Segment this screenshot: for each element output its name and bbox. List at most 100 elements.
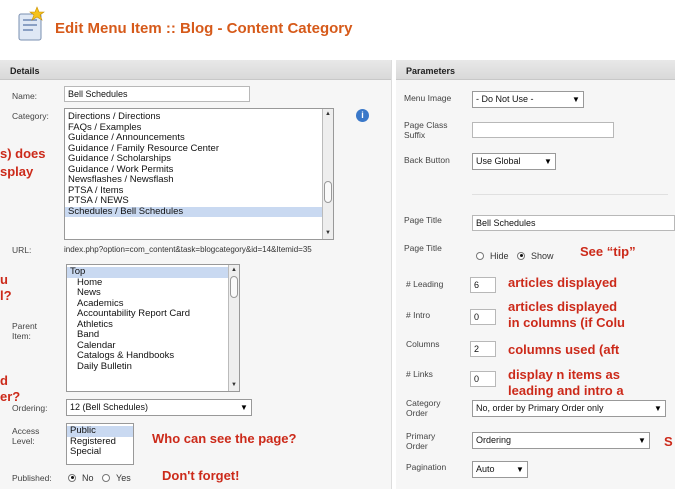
edit-document-icon <box>18 6 45 41</box>
info-icon[interactable]: i <box>356 109 369 122</box>
title-bar: Edit Menu Item :: Blog - Content Categor… <box>0 0 675 54</box>
name-field[interactable]: Bell Schedules <box>64 86 250 102</box>
access-level-option[interactable]: Public <box>67 425 133 437</box>
category-listbox[interactable]: Directions / Directions FAQs / Examples Gu… <box>64 108 334 240</box>
category-label: Category: <box>12 111 49 121</box>
primary-order-select[interactable]: Ordering ▼ <box>472 432 650 449</box>
back-button-value: Use Global <box>476 156 521 166</box>
published-no-radio[interactable] <box>68 473 76 482</box>
back-button-label: Back Button <box>404 155 450 165</box>
page-title-toggle-label: Page Title <box>404 243 442 253</box>
parent-item-option[interactable]: Catalogs & Handbooks <box>67 350 239 362</box>
menu-image-select[interactable]: - Do Not Use - ▼ <box>472 91 584 108</box>
dropdown-arrow-icon: ▼ <box>544 157 552 166</box>
category-option[interactable]: Directions / Directions <box>65 111 333 123</box>
annotation-in-columns: in columns (if Colu <box>508 315 625 330</box>
page-title-hide-radio[interactable] <box>476 251 484 260</box>
dropdown-arrow-icon: ▼ <box>516 465 524 474</box>
primary-order-value: Ordering <box>476 435 512 445</box>
page-title-show-label: Show <box>531 250 554 261</box>
category-option[interactable]: Newsflashes / Newsflash <box>65 174 333 186</box>
leading-field[interactable]: 6 <box>470 277 496 293</box>
scroll-thumb[interactable] <box>324 181 332 203</box>
annotation-articles-displayed-2: articles displayed <box>508 299 618 314</box>
category-list: Directions / Directions FAQs / Examples Gu… <box>65 111 333 217</box>
menu-image-label: Menu Image <box>404 93 452 103</box>
page-class-suffix-label: Page Class Suffix <box>404 120 448 140</box>
columns-field[interactable]: 2 <box>470 341 496 357</box>
pagination-label: Pagination <box>406 462 447 472</box>
leading-label: # Leading <box>406 279 444 289</box>
annotation-columns-used: columns used (aft <box>508 342 620 357</box>
category-option[interactable]: Guidance / Announcements <box>65 132 333 144</box>
scroll-down-icon[interactable]: ▼ <box>230 381 238 390</box>
parent-item-listbox[interactable]: Top Home News Academics Accountability Repor… <box>66 264 240 392</box>
parent-item-list: Top Home News Academics Accountability Repor… <box>67 266 239 373</box>
scroll-up-icon[interactable]: ▲ <box>230 266 238 275</box>
parent-item-option[interactable]: Top <box>67 266 239 278</box>
annotation-display-n-items: display n items as <box>508 367 620 382</box>
category-order-value: No, order by Primary Order only <box>476 403 604 413</box>
category-order-label: Category Order <box>406 398 441 418</box>
access-level-list: Public Registered Special <box>67 425 133 458</box>
parent-item-option[interactable]: Daily Bulletin <box>67 361 239 373</box>
access-level-label: Access Level: <box>12 426 40 446</box>
page-title-field[interactable]: Bell Schedules <box>472 215 675 231</box>
intro-field[interactable]: 0 <box>470 309 496 325</box>
published-yes-label: Yes <box>116 472 131 483</box>
parameters-heading: Parameters <box>396 60 675 80</box>
annotation-l: l? <box>0 288 12 303</box>
pagination-select[interactable]: Auto ▼ <box>472 461 528 478</box>
dropdown-arrow-icon: ▼ <box>638 436 646 445</box>
page-title-radio-group: Hide Show <box>476 250 560 261</box>
links-field[interactable]: 0 <box>470 371 496 387</box>
ordering-select[interactable]: 12 (Bell Schedules) ▼ <box>66 399 252 416</box>
parent-item-option[interactable]: News <box>67 287 239 299</box>
access-level-option[interactable]: Special <box>67 446 133 458</box>
access-level-listbox[interactable]: Public Registered Special <box>66 423 134 465</box>
page-title-label: Page Title <box>404 215 442 225</box>
annotation-er: er? <box>0 389 21 404</box>
annotation-leading-and-intro: leading and intro a <box>508 383 624 398</box>
annotation-see-tip: See “tip” <box>580 244 636 259</box>
dropdown-arrow-icon: ▼ <box>572 95 580 104</box>
name-label: Name: <box>12 91 38 101</box>
category-scrollbar[interactable]: ▲ ▼ <box>322 109 333 239</box>
annotation-s: S <box>664 434 673 449</box>
category-option[interactable]: Guidance / Scholarships <box>65 153 333 165</box>
page-class-suffix-field[interactable] <box>472 122 614 138</box>
annotation-who-can-see: Who can see the page? <box>152 431 297 446</box>
annotation-u: u <box>0 272 8 287</box>
ordering-value: 12 (Bell Schedules) <box>70 402 149 412</box>
pagination-value: Auto <box>476 464 495 474</box>
parent-item-option[interactable]: Band <box>67 329 239 341</box>
intro-label: # Intro <box>406 310 431 320</box>
dropdown-arrow-icon: ▼ <box>240 403 248 412</box>
back-button-select[interactable]: Use Global ▼ <box>472 153 556 170</box>
page-title-hide-label: Hide <box>490 250 509 261</box>
scroll-down-icon[interactable]: ▼ <box>324 229 332 238</box>
published-no-label: No <box>82 472 94 483</box>
published-yes-radio[interactable] <box>102 473 111 482</box>
primary-order-label: Primary Order <box>406 431 436 451</box>
columns-label: Columns <box>406 339 440 349</box>
published-radio-group: No Yes <box>68 472 137 483</box>
separator <box>472 194 668 195</box>
url-value: index.php?option=com_content&task=blogca… <box>64 245 312 254</box>
parent-item-label: Parent Item: <box>12 321 38 341</box>
scroll-thumb[interactable] <box>230 276 238 298</box>
links-label: # Links <box>406 369 433 379</box>
scroll-up-icon[interactable]: ▲ <box>324 110 332 119</box>
page-title: Edit Menu Item :: Blog - Content Categor… <box>55 20 353 37</box>
annotation-articles-displayed-1: articles displayed <box>508 275 618 290</box>
category-order-select[interactable]: No, order by Primary Order only ▼ <box>472 400 666 417</box>
category-option[interactable]: Schedules / Bell Schedules <box>65 206 333 217</box>
annotation-d: d <box>0 373 8 388</box>
parent-scrollbar[interactable]: ▲ ▼ <box>228 265 239 391</box>
category-option[interactable]: PTSA / NEWS <box>65 195 333 207</box>
published-label: Published: <box>12 473 52 483</box>
menu-image-value: - Do Not Use - <box>476 94 534 104</box>
parent-item-option[interactable]: Accountability Report Card <box>67 308 239 320</box>
page-title-show-radio[interactable] <box>517 251 526 260</box>
annotation-does: s) does <box>0 146 46 161</box>
